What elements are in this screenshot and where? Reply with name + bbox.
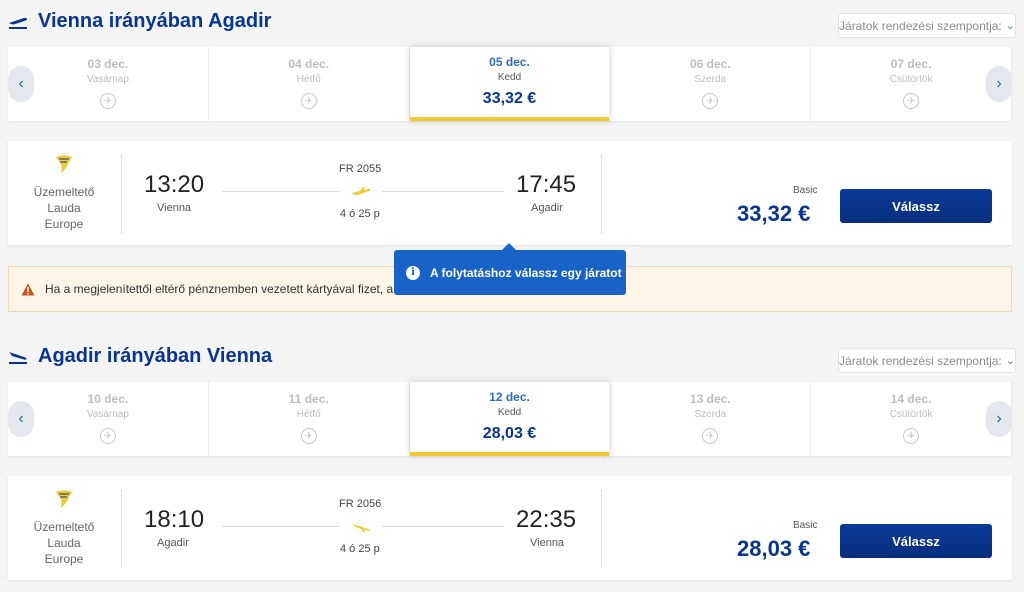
fare-type: Basic <box>793 520 818 531</box>
flight-number: FR 2055 <box>339 163 382 175</box>
date-label: 04 dec. <box>288 57 330 71</box>
date-option-selected[interactable]: 12 dec. Kedd 28,03 € <box>409 382 611 456</box>
route-line <box>382 526 504 527</box>
weekday-label: Csütörtök <box>889 74 933 85</box>
weekday-label: Vasárnap <box>86 409 129 420</box>
prev-dates-button[interactable]: ‹ <box>8 66 34 102</box>
operator-info: Üzemeltető Lauda Europe <box>8 488 120 567</box>
flight-duration: 4 ó 25 p <box>340 208 380 220</box>
fare-price: 33,32 € <box>737 201 811 226</box>
flight-number: FR 2056 <box>339 498 382 510</box>
no-flight-icon: ✈ <box>702 93 719 109</box>
select-flight-button[interactable]: Válassz <box>840 524 992 558</box>
operator-name-2: Europe <box>44 217 84 231</box>
date-label: 10 dec. <box>87 392 129 406</box>
departure-city: Vienna <box>157 202 192 214</box>
weekday-label: Kedd <box>497 407 522 418</box>
date-option[interactable]: 06 dec. Szerda ✈ <box>610 47 812 121</box>
outbound-date-strip: 03 dec. Vasárnap ✈ 04 dec. Hétfő ✈ 05 dec. Kedd… <box>8 47 1012 121</box>
date-option[interactable]: 10 dec. Vasárnap ✈ <box>8 382 209 456</box>
ryanair-harp-logo <box>56 155 72 173</box>
date-option[interactable]: 07 dec. Csütörtök ✈ <box>811 47 1012 121</box>
date-option[interactable]: 11 dec. Hétfő ✈ <box>209 382 410 456</box>
weekday-label: Hétfő <box>296 74 321 85</box>
operator-label: Üzemeltető <box>33 520 95 534</box>
prev-dates-button[interactable]: ‹ <box>8 401 34 437</box>
arrival-city: Agadir <box>531 202 563 214</box>
date-option[interactable]: 14 dec. Csütörtök ✈ <box>811 382 1012 456</box>
no-flight-icon: ✈ <box>903 428 920 444</box>
weekday-label: Szerda <box>694 409 727 420</box>
divider <box>601 155 602 233</box>
outbound-flight-card: Üzemeltető Lauda Europe 13:20 Vienna FR … <box>8 141 1012 245</box>
info-icon: i <box>406 265 420 280</box>
route-line <box>222 526 340 527</box>
date-label: 11 dec. <box>288 392 329 406</box>
weekday-label: Kedd <box>497 72 522 83</box>
warning-triangle-icon <box>21 283 35 295</box>
select-flight-tooltip: i A folytatáshoz válassz egy járatot <box>394 243 626 295</box>
chevron-down-icon: ⌄ <box>1005 355 1015 367</box>
divider <box>121 490 122 568</box>
ryanair-harp-logo <box>56 490 72 508</box>
departure-time: 18:10 <box>144 506 205 533</box>
date-option[interactable]: 03 dec. Vasárnap ✈ <box>8 47 209 121</box>
weekday-label: Csütörtök <box>889 409 933 420</box>
arrival-time: 22:35 <box>516 506 577 533</box>
date-option[interactable]: 13 dec. Szerda ✈ <box>610 382 812 456</box>
chevron-down-icon: ⌄ <box>1005 20 1015 32</box>
inbound-date-strip: 10 dec. Vasárnap ✈ 11 dec. Hétfő ✈ 12 dec. Kedd… <box>8 382 1012 456</box>
date-option-selected[interactable]: 05 dec. Kedd 33,32 € <box>409 47 611 121</box>
operator-name-2: Europe <box>44 552 84 566</box>
date-label: 06 dec. <box>689 57 731 71</box>
date-label: 05 dec. <box>489 55 530 69</box>
inbound-flight-card: Üzemeltető Lauda Europe 18:10 Agadir FR … <box>8 476 1012 580</box>
plane-icon <box>352 524 371 532</box>
arrival-time: 17:45 <box>516 171 577 198</box>
operator-name-1: Lauda <box>47 201 81 215</box>
no-flight-icon: ✈ <box>903 93 920 109</box>
departure-city: Agadir <box>157 537 189 549</box>
plane-icon <box>352 187 371 195</box>
operator-info: Üzemeltető Lauda Europe <box>8 153 120 232</box>
operator-label: Üzemeltető <box>33 185 95 199</box>
outbound-title: Vienna irányában Agadir <box>8 10 271 33</box>
no-flight-icon: ✈ <box>99 428 116 444</box>
no-flight-icon: ✈ <box>300 428 317 444</box>
flight-duration: 4 ó 25 p <box>340 543 380 555</box>
date-label: 14 dec. <box>890 392 932 406</box>
date-label: 13 dec. <box>689 392 731 406</box>
select-flight-button[interactable]: Válassz <box>840 189 992 223</box>
date-price: 28,03 € <box>482 425 537 442</box>
route-line <box>382 191 504 192</box>
inbound-title: Agadir irányában Vienna <box>8 345 272 368</box>
operator-name-1: Lauda <box>47 536 81 550</box>
weekday-label: Szerda <box>694 74 727 85</box>
inbound-sort-dropdown[interactable]: Járatok rendezési szempontja: ⌄ <box>838 348 1016 373</box>
weekday-label: Hétfő <box>296 409 321 420</box>
route-line <box>222 191 340 192</box>
fare-type: Basic <box>793 185 818 196</box>
date-label: 12 dec. <box>489 390 530 404</box>
no-flight-icon: ✈ <box>99 93 116 109</box>
date-option[interactable]: 04 dec. Hétfő ✈ <box>209 47 410 121</box>
weekday-label: Vasárnap <box>86 74 129 85</box>
no-flight-icon: ✈ <box>300 93 317 109</box>
no-flight-icon: ✈ <box>702 428 719 444</box>
outbound-sort-dropdown[interactable]: Járatok rendezési szempontja: ⌄ <box>838 13 1016 38</box>
date-label: 07 dec. <box>890 57 932 71</box>
tooltip-text: A folytatáshoz válassz egy járatot <box>430 265 622 280</box>
plane-landing-icon <box>9 351 27 364</box>
divider <box>121 155 122 233</box>
warning-text: Ha a megjelenítettől eltérő pénznemben v… <box>45 282 394 296</box>
next-dates-button[interactable]: › <box>986 401 1012 437</box>
divider <box>601 490 602 568</box>
date-label: 03 dec. <box>87 57 129 71</box>
date-price: 33,32 € <box>482 90 537 107</box>
fare-price: 28,03 € <box>737 536 811 561</box>
next-dates-button[interactable]: › <box>986 66 1012 102</box>
plane-takeoff-icon <box>9 17 27 29</box>
departure-time: 13:20 <box>144 171 205 198</box>
arrival-city: Vienna <box>530 537 565 549</box>
